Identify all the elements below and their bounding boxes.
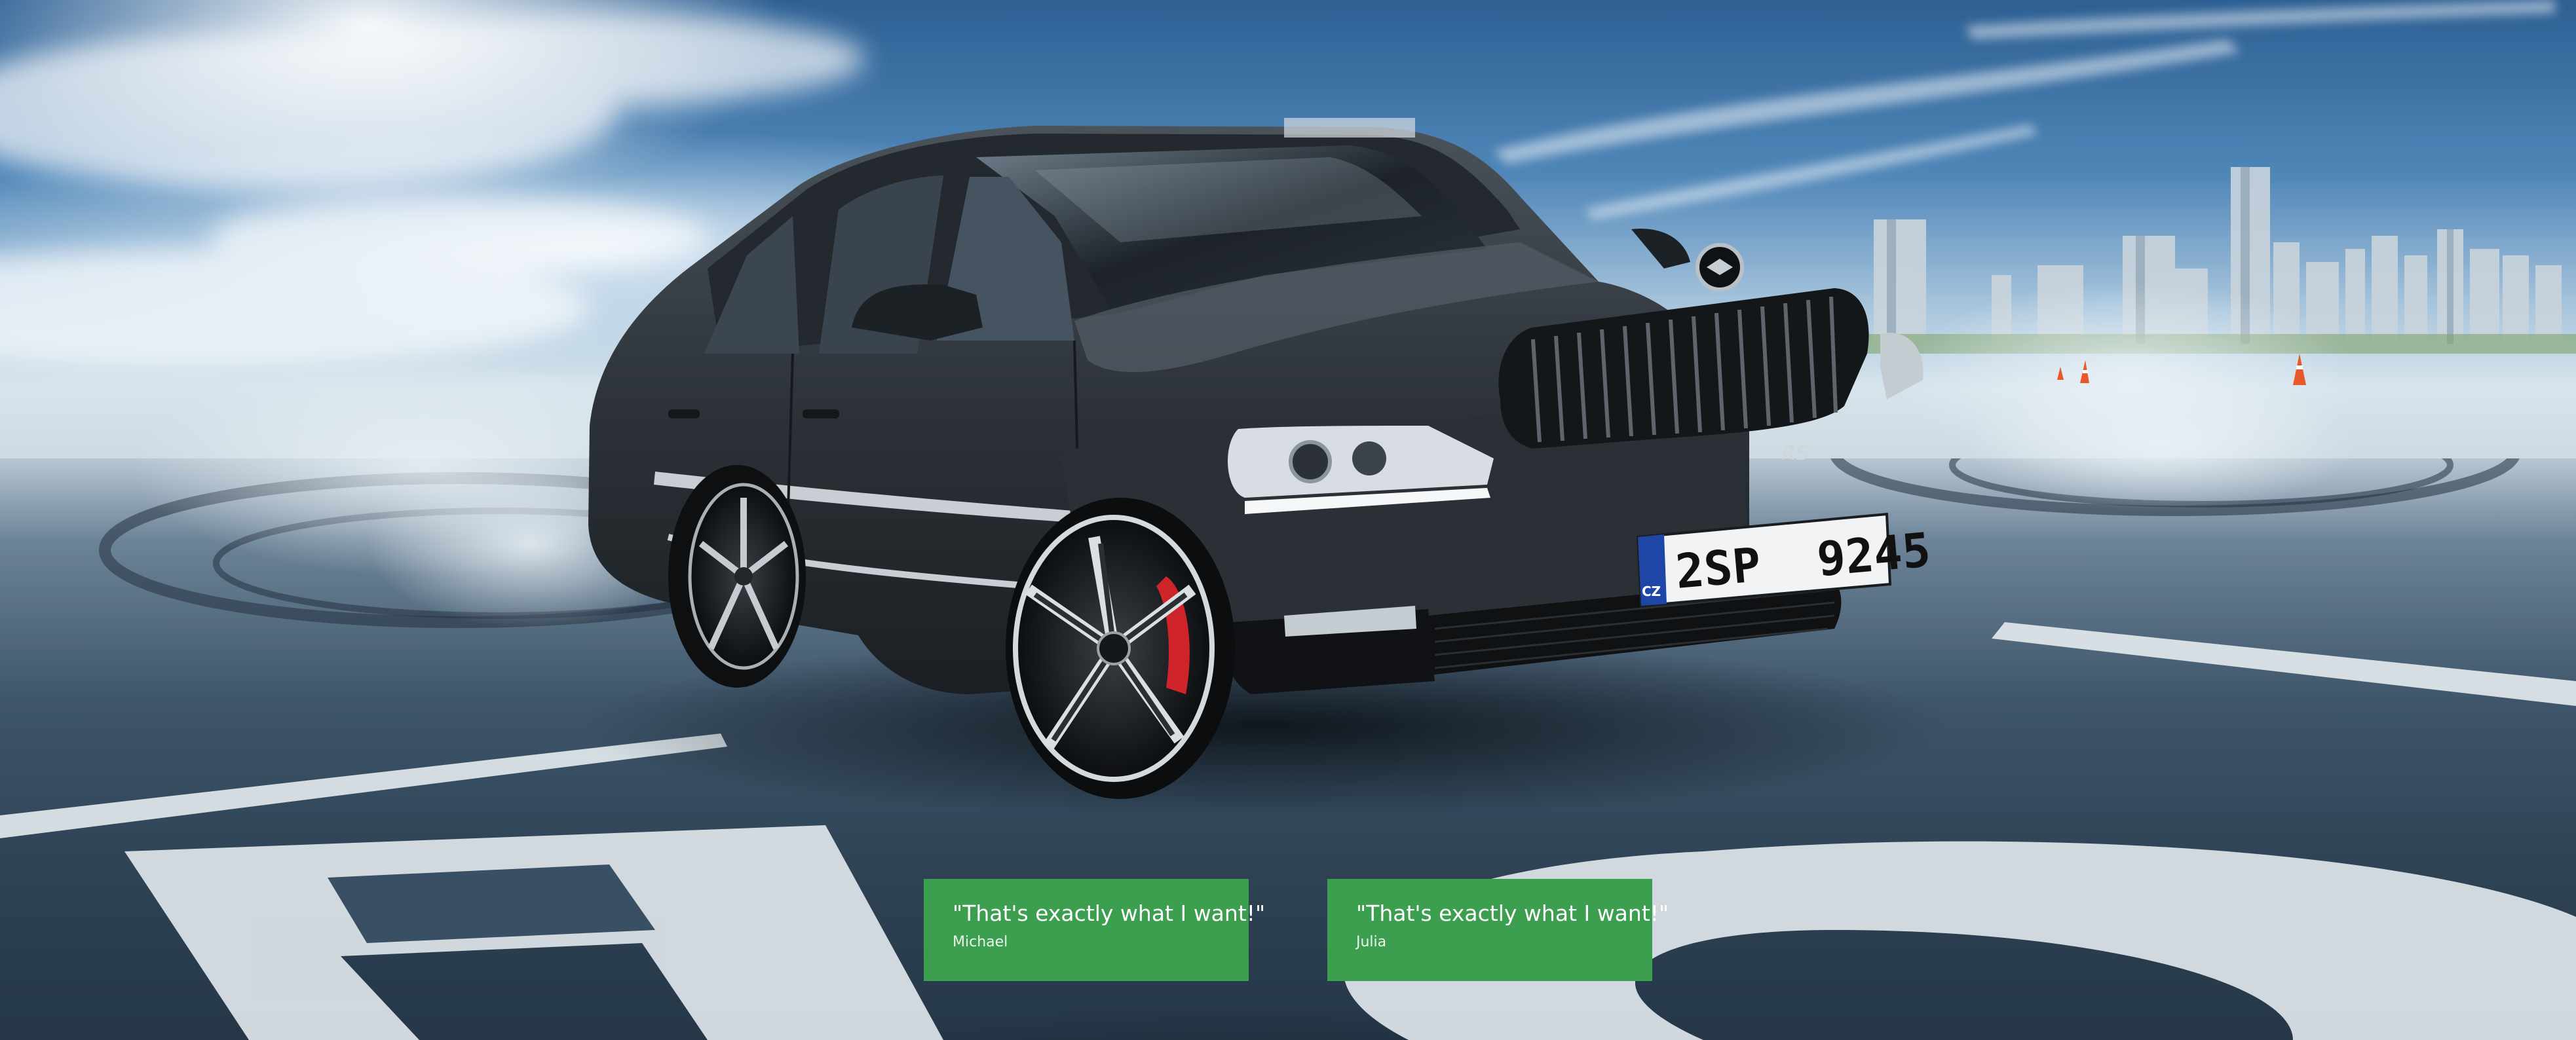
rear-wheel bbox=[668, 465, 806, 688]
front-wheel bbox=[1006, 498, 1235, 799]
smoke-cloud bbox=[1965, 380, 2358, 511]
hero-banner: RS CZ 2SP 9245 "That's exactly what I wa… bbox=[0, 0, 2576, 1040]
rs-badge: RS bbox=[1782, 442, 1808, 465]
testimonial-quote: "That's exactly what I want!" bbox=[953, 901, 1266, 926]
testimonial-card[interactable]: "That's exactly what I want!" Michael bbox=[924, 879, 1266, 981]
testimonial-author: Michael bbox=[953, 934, 1008, 950]
car-image: RS CZ 2SP 9245 bbox=[577, 118, 1952, 819]
plate-country-code: CZ bbox=[1642, 584, 1661, 599]
testimonial-card[interactable]: "That's exactly what I want!" Julia bbox=[1327, 879, 1669, 981]
traffic-cones bbox=[2057, 354, 2306, 385]
testimonial-quote: "That's exactly what I want!" bbox=[1356, 901, 1669, 926]
testimonial-author: Julia bbox=[1356, 934, 1387, 950]
